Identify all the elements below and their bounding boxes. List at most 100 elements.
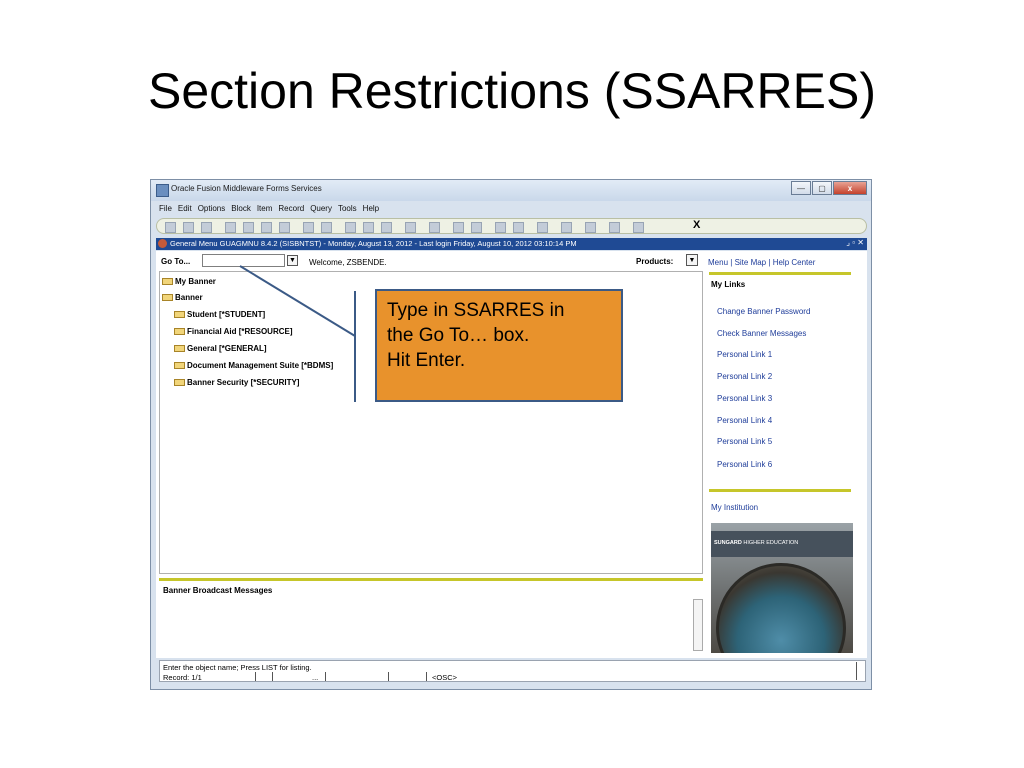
personal-link-4[interactable]: Personal Link 4	[717, 416, 772, 425]
menu-options[interactable]: Options	[198, 204, 226, 216]
globe-icon[interactable]	[561, 222, 572, 233]
instruction-callout: Type in SSARRES in the Go To… box. Hit E…	[375, 289, 623, 402]
add-icon[interactable]	[471, 222, 482, 233]
remove-record-icon[interactable]	[321, 222, 332, 233]
goto-dropdown-icon[interactable]: ▼	[287, 255, 298, 266]
form-title-bar: General Menu GUAGMNU 8.4.2 (SISBNTST) - …	[156, 238, 867, 250]
menu-bar: File Edit Options Block Item Record Quer…	[159, 204, 385, 216]
search-icon[interactable]	[453, 222, 464, 233]
enter-query-icon[interactable]	[345, 222, 356, 233]
next-record-icon[interactable]	[279, 222, 290, 233]
maximize-button[interactable]: ▢	[812, 181, 832, 195]
broadcast-title: Banner Broadcast Messages	[163, 586, 273, 595]
products-label: Products:	[636, 257, 674, 266]
folder-icon	[174, 362, 185, 369]
save-icon[interactable]	[165, 222, 176, 233]
window-title: Oracle Fusion Middleware Forms Services	[171, 184, 322, 193]
record-indicator: Record: 1/1	[163, 673, 202, 682]
menu-link[interactable]: Menu	[708, 258, 728, 267]
status-divider	[272, 672, 273, 681]
status-divider	[388, 672, 389, 681]
menu-edit[interactable]: Edit	[178, 204, 192, 216]
print-icon[interactable]	[201, 222, 212, 233]
previous-record-icon[interactable]	[261, 222, 272, 233]
callout-line-3: Hit Enter.	[387, 350, 466, 371]
status-ellipsis: ...	[312, 673, 319, 682]
link-change-password[interactable]: Change Banner Password	[717, 307, 810, 316]
goto-input[interactable]	[202, 254, 285, 267]
goto-label: Go To...	[161, 257, 191, 266]
status-message: Enter the object name; Press LIST for li…	[163, 663, 312, 672]
status-divider	[325, 672, 326, 681]
folder-icon	[162, 278, 173, 285]
tree-item-my-banner[interactable]: My Banner	[162, 277, 216, 286]
report-icon[interactable]	[429, 222, 440, 233]
folder-icon	[174, 328, 185, 335]
right-panel-nav: Menu | Site Map | Help Center	[708, 258, 816, 267]
previous-block-icon[interactable]	[243, 222, 254, 233]
insert-record-icon[interactable]	[303, 222, 314, 233]
folder-icon	[174, 379, 185, 386]
next-block-icon[interactable]	[225, 222, 236, 233]
status-divider	[426, 672, 427, 681]
sungard-logo: SUNGARD HIGHER EDUCATION	[714, 540, 799, 546]
menu-query[interactable]: Query	[310, 204, 332, 216]
java-app-icon	[156, 184, 169, 197]
form-window-controls[interactable]: ⌟ ▫ ✕	[846, 238, 864, 247]
institution-divider	[709, 489, 851, 492]
broadcast-scrollbar[interactable]	[693, 599, 703, 651]
window-titlebar[interactable]: Oracle Fusion Middleware Forms Services …	[151, 180, 871, 201]
status-bar: Enter the object name; Press LIST for li…	[159, 660, 866, 682]
products-dropdown-icon[interactable]: ▼	[686, 254, 698, 266]
minimize-button[interactable]: —	[791, 181, 811, 195]
link-check-messages[interactable]: Check Banner Messages	[717, 329, 806, 338]
menu-record[interactable]: Record	[278, 204, 304, 216]
broadcast-divider	[159, 578, 703, 581]
my-institution-link[interactable]: My Institution	[711, 503, 758, 512]
tree-item-banner[interactable]: Banner	[162, 293, 203, 302]
folder-open-icon	[162, 294, 173, 301]
personal-link-1[interactable]: Personal Link 1	[717, 350, 772, 359]
about-icon[interactable]	[609, 222, 620, 233]
attach-icon[interactable]	[513, 222, 524, 233]
close-button[interactable]: x	[833, 181, 867, 195]
personal-link-5[interactable]: Personal Link 5	[717, 437, 772, 446]
help-center-link[interactable]: Help Center	[773, 258, 816, 267]
menu-item[interactable]: Item	[257, 204, 273, 216]
personal-link-3[interactable]: Personal Link 3	[717, 394, 772, 403]
form-title-text: General Menu GUAGMNU 8.4.2 (SISBNTST) - …	[170, 239, 577, 248]
sungard-banner-image: SUNGARD HIGHER EDUCATION	[711, 523, 853, 653]
building-arch-image	[716, 563, 846, 653]
tree-item-general[interactable]: General [*GENERAL]	[174, 344, 267, 353]
window-controls: — ▢ x	[790, 181, 867, 195]
help-icon[interactable]	[585, 222, 596, 233]
personal-link-2[interactable]: Personal Link 2	[717, 372, 772, 381]
right-panel-divider	[709, 272, 851, 275]
callout-line-1: Type in SSARRES in	[387, 300, 565, 321]
count-query-icon[interactable]	[405, 222, 416, 233]
folder-icon	[174, 345, 185, 352]
site-map-link[interactable]: Site Map	[735, 258, 767, 267]
menu-help[interactable]: Help	[363, 204, 379, 216]
folder-icon	[174, 311, 185, 318]
my-links-heading: My Links	[711, 280, 746, 289]
execute-query-icon[interactable]	[363, 222, 374, 233]
tree-item-student[interactable]: Student [*STUDENT]	[174, 310, 265, 319]
tree-item-financial-aid[interactable]: Financial Aid [*RESOURCE]	[174, 327, 293, 336]
tree-item-document-management[interactable]: Document Management Suite [*BDMS]	[174, 361, 333, 370]
bulb-icon[interactable]	[633, 222, 644, 233]
menu-block[interactable]: Block	[231, 204, 251, 216]
osc-indicator: <OSC>	[432, 673, 458, 682]
exit-button[interactable]: X	[693, 219, 700, 231]
rollback-icon[interactable]	[183, 222, 194, 233]
menu-tools[interactable]: Tools	[338, 204, 357, 216]
tree-item-banner-security[interactable]: Banner Security [*SECURITY]	[174, 378, 299, 387]
personal-link-6[interactable]: Personal Link 6	[717, 460, 772, 469]
cancel-query-icon[interactable]	[381, 222, 392, 233]
extract-icon[interactable]	[495, 222, 506, 233]
sound-icon[interactable]	[537, 222, 548, 233]
banner-form-icon	[158, 239, 167, 248]
right-panel: Menu | Site Map | Help Center My Links C…	[708, 251, 867, 658]
toolbar: X	[156, 218, 867, 234]
menu-file[interactable]: File	[159, 204, 172, 216]
